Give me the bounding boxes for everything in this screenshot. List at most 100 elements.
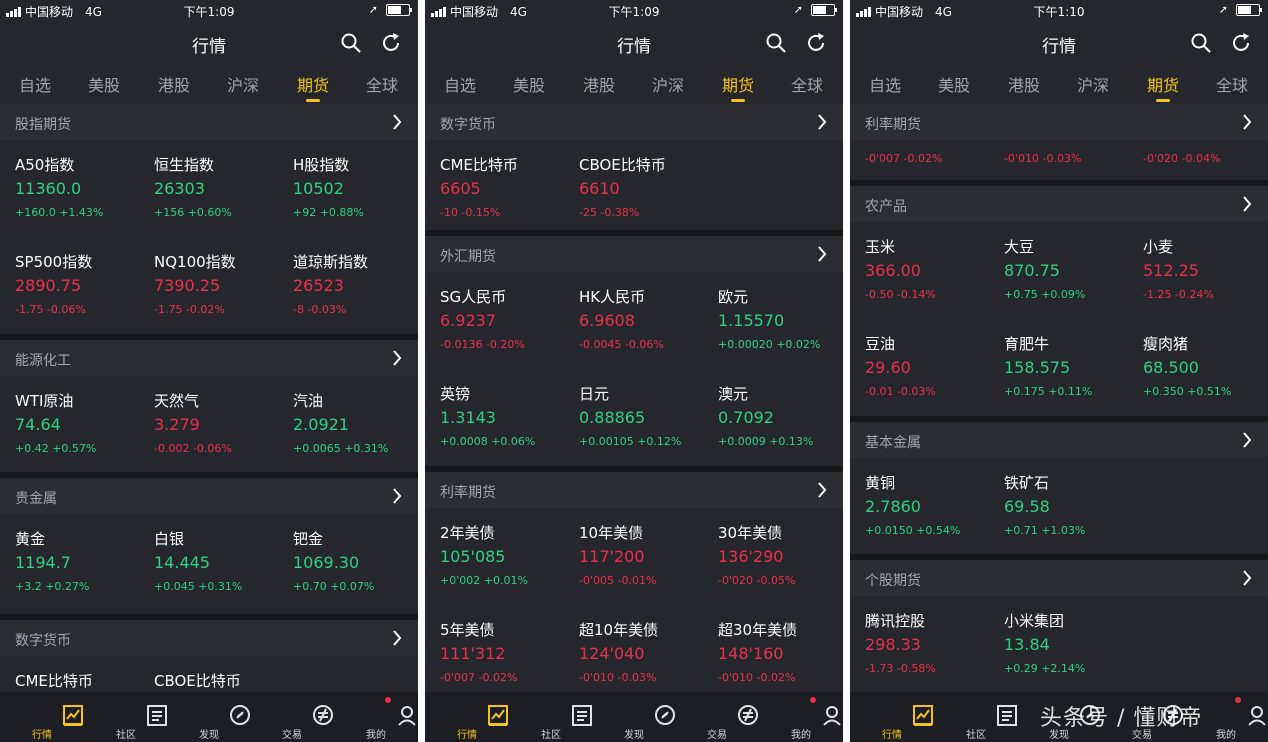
- tab-3[interactable]: 沪深: [1063, 72, 1123, 96]
- chevron-right-icon[interactable]: [817, 482, 827, 498]
- quote-cell[interactable]: 2年美债 105'085 +0'002 +0.01%: [440, 522, 575, 592]
- quote-cell[interactable]: 腾讯控股 298.33 -1.73 -0.58%: [865, 610, 1000, 680]
- tab-2[interactable]: 港股: [144, 72, 204, 96]
- quote-cell[interactable]: 瘦肉猪 68.500 +0.350 +0.51%: [1143, 333, 1268, 403]
- chevron-right-icon[interactable]: [817, 246, 827, 262]
- chevron-right-icon[interactable]: [392, 350, 402, 366]
- refresh-button[interactable]: [805, 32, 827, 54]
- chevron-right-icon[interactable]: [392, 488, 402, 504]
- quote-cell[interactable]: 天然气 3.279 -0.002 -0.06%: [154, 390, 289, 460]
- quote-cell[interactable]: CBOE比特币: [154, 670, 289, 692]
- section-header[interactable]: 数字货币: [425, 104, 843, 140]
- tab-1[interactable]: 美股: [499, 72, 559, 96]
- quote-cell[interactable]: 超30年美债 148'160 -0'010 -0.02%: [718, 619, 843, 689]
- tab-5[interactable]: 全球: [1202, 72, 1262, 96]
- section-header[interactable]: 利率期货: [425, 472, 843, 508]
- quote-cell[interactable]: 黄铜 2.7860 +0.0150 +0.54%: [865, 472, 1000, 542]
- bottom-tab-1[interactable]: 社区: [934, 692, 1018, 742]
- quote-cell[interactable]: SG人民币 6.9237 -0.0136 -0.20%: [440, 286, 575, 356]
- quote-cell[interactable]: NQ100指数 7390.25 -1.75 -0.02%: [154, 251, 289, 321]
- bottom-tab-4[interactable]: 我的: [759, 692, 843, 742]
- quote-cell[interactable]: 英镑 1.3143 +0.0008 +0.06%: [440, 383, 575, 453]
- bottom-tab-1[interactable]: 社区: [509, 692, 593, 742]
- tab-2[interactable]: 港股: [569, 72, 629, 96]
- section-header[interactable]: 数字货币: [0, 620, 418, 656]
- section-header[interactable]: 个股期货: [850, 560, 1268, 596]
- section-header[interactable]: 股指期货: [0, 104, 418, 140]
- quote-cell[interactable]: 玉米 366.00 -0.50 -0.14%: [865, 236, 1000, 306]
- quote-cell[interactable]: 欧元 1.15570 +0.00020 +0.02%: [718, 286, 843, 356]
- quote-name: 日元: [579, 385, 610, 403]
- bottom-tab-2[interactable]: 发现: [167, 692, 251, 742]
- tab-0[interactable]: 自选: [5, 72, 65, 96]
- tab-1[interactable]: 美股: [924, 72, 984, 96]
- quote-cell[interactable]: 10年美债 117'200 -0'005 -0.01%: [579, 522, 714, 592]
- section-header[interactable]: 农产品: [850, 186, 1268, 222]
- tab-0[interactable]: 自选: [430, 72, 490, 96]
- quote-cell[interactable]: -0'020 -0.04%: [1143, 104, 1268, 170]
- quote-cell[interactable]: 道琼斯指数 26523 -8 -0.03%: [293, 251, 418, 321]
- tab-4[interactable]: 期货: [708, 72, 768, 102]
- bottom-tab-label: 社区: [116, 730, 136, 741]
- tab-4[interactable]: 期货: [1133, 72, 1193, 102]
- quote-cell[interactable]: H股指数 10502 +92 +0.88%: [293, 154, 418, 224]
- chevron-right-icon[interactable]: [1242, 196, 1252, 212]
- tab-5[interactable]: 全球: [352, 72, 412, 96]
- tab-5[interactable]: 全球: [777, 72, 837, 96]
- search-button[interactable]: [1190, 32, 1212, 54]
- quote-cell[interactable]: 5年美债 111'312 -0'007 -0.02%: [440, 619, 575, 689]
- bottom-tab-1[interactable]: 社区: [84, 692, 168, 742]
- bottom-tab-2[interactable]: 发现: [592, 692, 676, 742]
- quote-cell[interactable]: CME比特币: [15, 670, 150, 692]
- quote-cell[interactable]: -0'007 -0.02%: [865, 104, 1000, 170]
- bottom-tab-3[interactable]: 交易: [675, 692, 759, 742]
- quote-cell[interactable]: 汽油 2.0921 +0.0065 +0.31%: [293, 390, 418, 460]
- quote-cell[interactable]: 大豆 870.75 +0.75 +0.09%: [1004, 236, 1139, 306]
- quote-cell[interactable]: CME比特币 6605 -10 -0.15%: [440, 154, 575, 224]
- search-button[interactable]: [340, 32, 362, 54]
- quote-cell[interactable]: 黄金 1194.7 +3.2 +0.27%: [15, 528, 150, 598]
- tab-3[interactable]: 沪深: [638, 72, 698, 96]
- quote-cell[interactable]: 育肥牛 158.575 +0.175 +0.11%: [1004, 333, 1139, 403]
- tab-4[interactable]: 期货: [283, 72, 343, 102]
- bottom-tab-0[interactable]: 行情: [0, 692, 84, 742]
- bottom-tab-0[interactable]: 行情: [850, 692, 934, 742]
- quote-cell[interactable]: 日元 0.88865 +0.00105 +0.12%: [579, 383, 714, 453]
- chevron-right-icon[interactable]: [392, 630, 402, 646]
- quote-cell[interactable]: 豆油 29.60 -0.01 -0.03%: [865, 333, 1000, 403]
- chevron-right-icon[interactable]: [817, 114, 827, 130]
- quote-cell[interactable]: SP500指数 2890.75 -1.75 -0.06%: [15, 251, 150, 321]
- tab-0[interactable]: 自选: [855, 72, 915, 96]
- section-header[interactable]: 能源化工: [0, 340, 418, 376]
- quote-cell[interactable]: 白银 14.445 +0.045 +0.31%: [154, 528, 289, 598]
- search-button[interactable]: [765, 32, 787, 54]
- quote-cell[interactable]: CBOE比特币 6610 -25 -0.38%: [579, 154, 714, 224]
- section-header[interactable]: 外汇期货: [425, 236, 843, 272]
- chevron-right-icon[interactable]: [392, 114, 402, 130]
- quote-cell[interactable]: 钯金 1069.30 +0.70 +0.07%: [293, 528, 418, 598]
- chevron-right-icon[interactable]: [1242, 570, 1252, 586]
- refresh-button[interactable]: [380, 32, 402, 54]
- quote-cell[interactable]: WTI原油 74.64 +0.42 +0.57%: [15, 390, 150, 460]
- quote-cell[interactable]: HK人民币 6.9608 -0.0045 -0.06%: [579, 286, 714, 356]
- bottom-tab-3[interactable]: 交易: [250, 692, 334, 742]
- quote-cell[interactable]: 恒生指数 26303 +156 +0.60%: [154, 154, 289, 224]
- bottom-tab-0[interactable]: 行情: [425, 692, 509, 742]
- nav-bar: 行情: [850, 24, 1268, 62]
- quote-cell[interactable]: 小麦 512.25 -1.25 -0.24%: [1143, 236, 1268, 306]
- quote-cell[interactable]: 30年美债 136'290 -0'020 -0.05%: [718, 522, 843, 592]
- quote-cell[interactable]: 澳元 0.7092 +0.0009 +0.13%: [718, 383, 843, 453]
- quote-cell[interactable]: 铁矿石 69.58 +0.71 +1.03%: [1004, 472, 1139, 542]
- tab-3[interactable]: 沪深: [213, 72, 273, 96]
- chevron-right-icon[interactable]: [1242, 432, 1252, 448]
- refresh-button[interactable]: [1230, 32, 1252, 54]
- quote-cell[interactable]: A50指数 11360.0 +160.0 +1.43%: [15, 154, 150, 224]
- tab-1[interactable]: 美股: [74, 72, 134, 96]
- quote-cell[interactable]: 超10年美债 124'040 -0'010 -0.03%: [579, 619, 714, 689]
- section-header[interactable]: 贵金属: [0, 478, 418, 514]
- quote-cell[interactable]: -0'010 -0.03%: [1004, 104, 1139, 170]
- section-header[interactable]: 基本金属: [850, 422, 1268, 458]
- tab-2[interactable]: 港股: [994, 72, 1054, 96]
- quote-cell[interactable]: 小米集团 13.84 +0.29 +2.14%: [1004, 610, 1139, 680]
- bottom-tab-4[interactable]: 我的: [334, 692, 418, 742]
